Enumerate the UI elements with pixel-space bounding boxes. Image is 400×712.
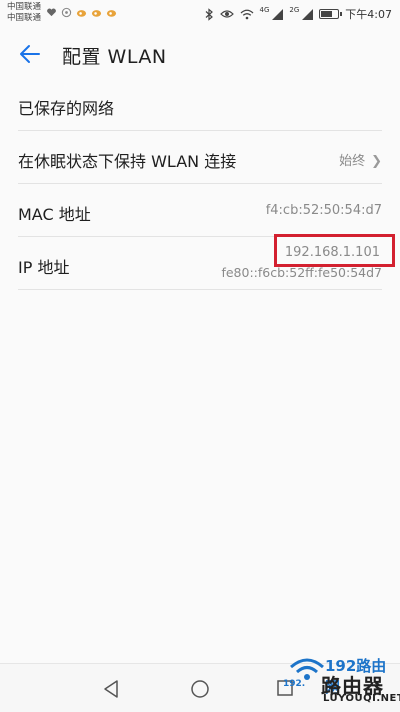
saved-networks-item[interactable]: 已保存的网络 [18, 78, 382, 131]
ipv6-address-value: fe80::f6cb:52ff:fe50:54d7 [221, 265, 382, 280]
keep-wlan-during-sleep-value-wrap: 始终 ❯ [339, 150, 382, 169]
eye-icon [219, 10, 234, 18]
app-bar: 配置 WLAN [0, 28, 400, 78]
signal-icon [302, 8, 314, 20]
weibo-icon [106, 10, 117, 17]
bluetooth-icon [205, 7, 213, 21]
keep-wlan-during-sleep-item[interactable]: 在休眠状态下保持 WLAN 连接 始终 ❯ [18, 131, 382, 184]
network-type-1: 4G [259, 6, 270, 14]
keep-wlan-during-sleep-label: 在休眠状态下保持 WLAN 连接 [18, 152, 237, 171]
watermark-logo: 192. 192路由网 路由器 LUYOUQI.NET [283, 655, 400, 709]
heart-icon [47, 8, 56, 17]
saved-networks-label: 已保存的网络 [18, 99, 115, 118]
app-notification-icon [61, 7, 72, 18]
ip-highlight-box [274, 234, 395, 267]
weibo-icon [76, 10, 87, 17]
carrier-2: 中国联通 [7, 13, 42, 23]
network-type-2: 2G [289, 6, 300, 14]
carrier-labels: 中国联通 中国联通 [7, 2, 41, 24]
notification-icons [46, 7, 117, 18]
chevron-right-icon: ❯ [371, 154, 382, 169]
carrier-1: 中国联通 [7, 2, 42, 12]
page-title: 配置 WLAN [62, 46, 167, 68]
battery-icon [319, 9, 343, 19]
mac-address-value: f4:cb:52:50:54:d7 [265, 203, 382, 218]
signal-icon [272, 8, 284, 20]
back-arrow-icon[interactable] [18, 42, 42, 66]
keep-wlan-during-sleep-value: 始终 [339, 154, 366, 169]
watermark-line3: LUYOUQI.NET [323, 693, 400, 704]
ip-address-label: IP 地址 [18, 258, 70, 277]
mac-address-label: MAC 地址 [18, 205, 91, 224]
weibo-icon [91, 10, 102, 17]
nav-back-icon[interactable] [102, 679, 120, 699]
status-bar: 中国联通 中国联通 4G 2G 下午4:07 [0, 0, 400, 28]
watermark-small: 192. [283, 679, 306, 689]
nav-home-icon[interactable] [190, 679, 210, 699]
mac-address-item: MAC 地址 f4:cb:52:50:54:d7 [18, 184, 382, 237]
status-icons: 4G 2G 下午4:07 [204, 6, 392, 22]
clock: 下午4:07 [345, 8, 392, 21]
wifi-icon [240, 9, 253, 19]
